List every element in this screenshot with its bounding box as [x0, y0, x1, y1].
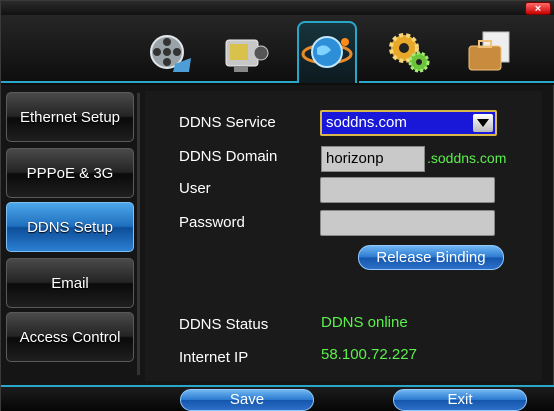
- ddns-service-label: DDNS Service: [179, 114, 276, 131]
- gears-icon[interactable]: [379, 23, 439, 81]
- camcorder-icon[interactable]: [215, 23, 275, 81]
- sidebar-item-email[interactable]: Email: [6, 258, 134, 308]
- ddns-status-label: DDNS Status: [179, 316, 269, 333]
- menu-accent-line-right: [359, 81, 554, 83]
- film-reel-icon[interactable]: [139, 23, 199, 81]
- close-button[interactable]: ×: [525, 2, 551, 15]
- password-label: Password: [179, 214, 245, 231]
- sidebar-item-ethernet-setup[interactable]: Ethernet Setup: [6, 92, 134, 142]
- ddns-domain-suffix: .soddns.com: [427, 150, 507, 166]
- sidebar-item-label: Ethernet Setup: [19, 108, 121, 126]
- network-globe-icon[interactable]: [297, 21, 357, 83]
- release-binding-button[interactable]: Release Binding: [358, 245, 504, 270]
- ddns-service-value: soddns.com: [326, 114, 407, 131]
- briefcase-icon[interactable]: [459, 23, 519, 81]
- sidebar-item-pppoe-3g[interactable]: PPPoE & 3G: [6, 148, 134, 198]
- sidebar-item-ddns-setup[interactable]: DDNS Setup: [6, 202, 134, 252]
- sidebar-item-label: PPPoE & 3G: [26, 164, 114, 182]
- title-bar: ×: [1, 1, 554, 15]
- user-label: User: [179, 180, 211, 197]
- ddns-domain-label: DDNS Domain: [179, 148, 278, 165]
- internet-ip-value: 58.100.72.227: [321, 346, 417, 363]
- ddns-service-select[interactable]: soddns.com: [320, 110, 497, 136]
- chevron-down-icon[interactable]: [473, 114, 493, 132]
- ddns-settings-window: × Ethernet Setup PPPoE & 3G DDNS Setup E…: [0, 0, 554, 411]
- user-input[interactable]: [320, 177, 495, 203]
- settings-sidebar: Ethernet Setup PPPoE & 3G DDNS Setup Ema…: [4, 88, 138, 383]
- exit-button[interactable]: Exit: [393, 389, 527, 411]
- ddns-status-value: DDNS online: [321, 314, 408, 331]
- sidebar-item-access-control[interactable]: Access Control: [6, 312, 134, 362]
- sidebar-item-label: Email: [51, 274, 89, 292]
- password-input[interactable]: [320, 210, 495, 236]
- save-button[interactable]: Save: [180, 389, 314, 411]
- menu-accent-line-left: [1, 81, 299, 83]
- sidebar-item-label: DDNS Setup: [27, 218, 113, 236]
- ddns-domain-input[interactable]: horizonp: [321, 146, 425, 172]
- sidebar-item-label: Access Control: [19, 328, 121, 346]
- internet-ip-label: Internet IP: [179, 349, 249, 366]
- sidebar-scrollbar[interactable]: [137, 93, 140, 375]
